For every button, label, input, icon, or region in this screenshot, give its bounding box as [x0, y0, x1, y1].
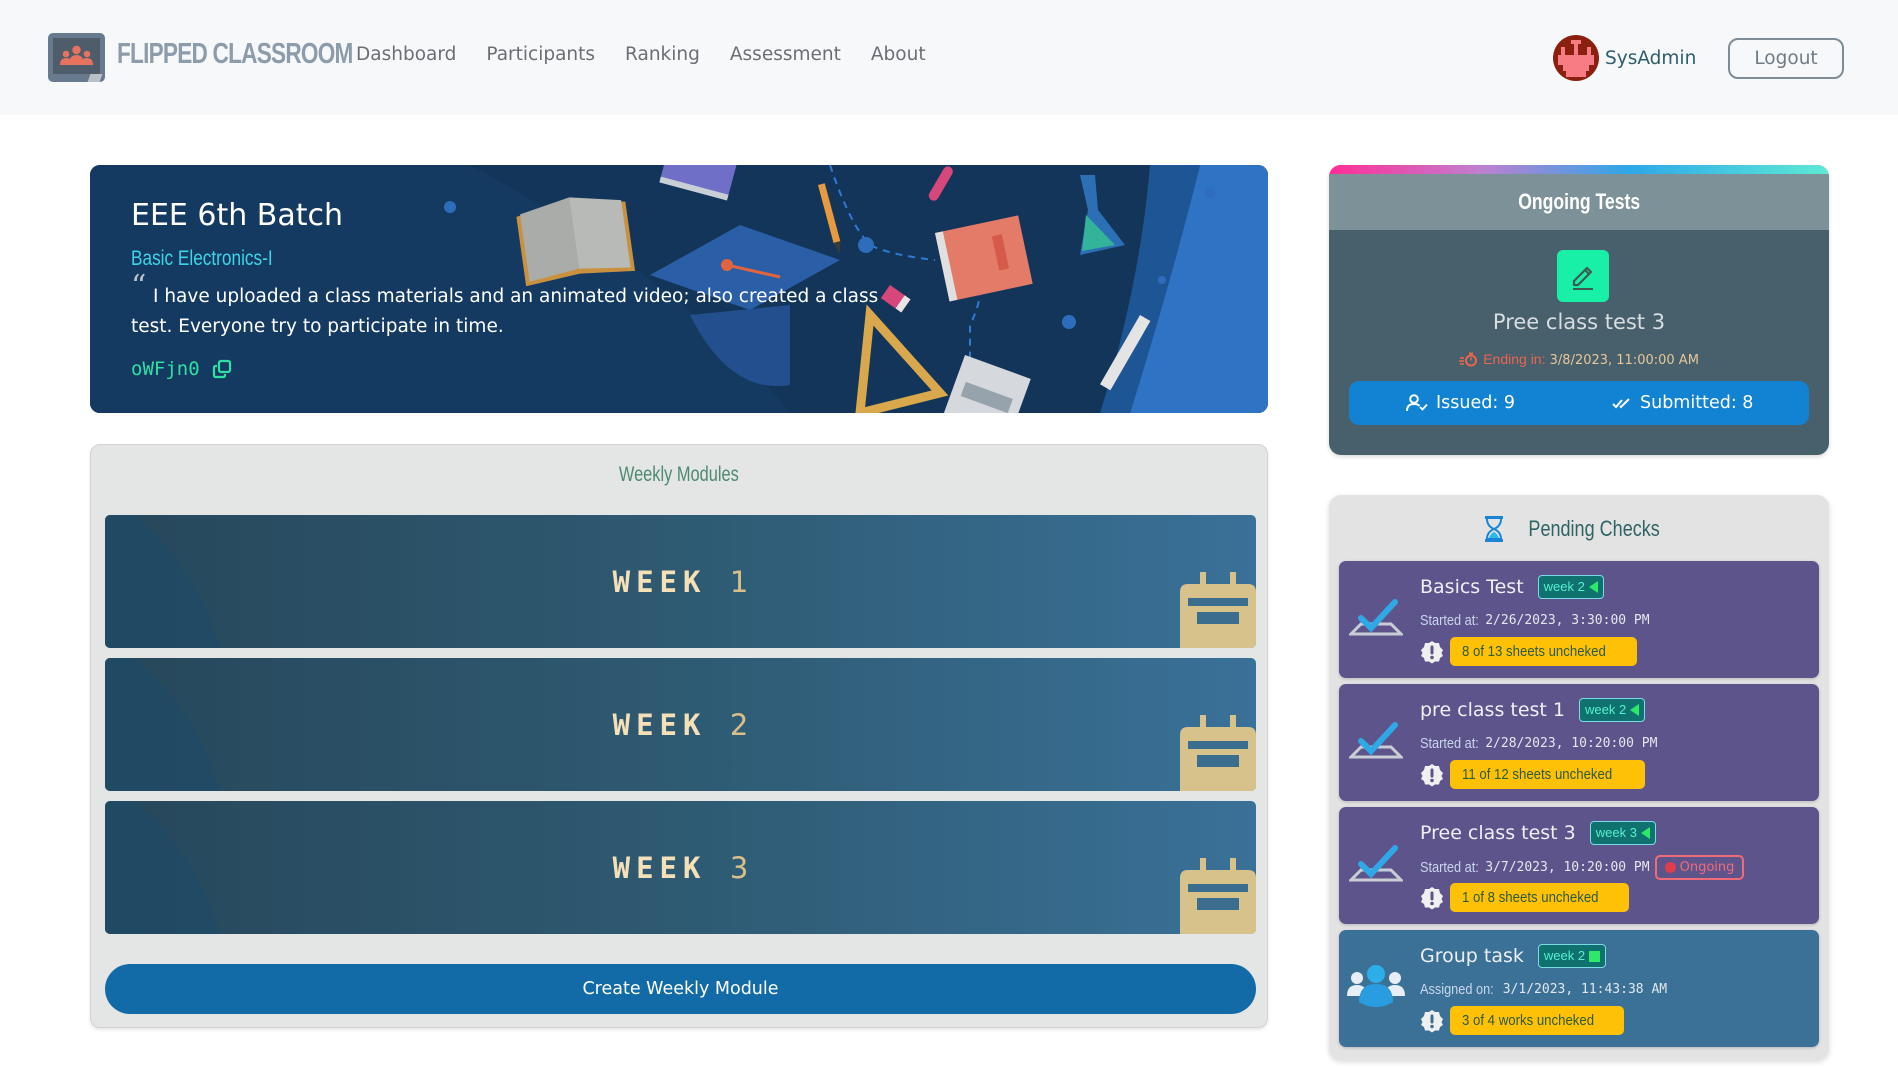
hourglass-icon — [1484, 516, 1503, 542]
pending-item-time: Started at: 2/28/2023, 10:20:00 PM — [1420, 735, 1658, 752]
pending-item[interactable]: pre class test 1 week 2 Started at: 2/28/… — [1339, 684, 1819, 801]
class-banner: EEE 6th Batch Basic Electronics-I “I hav… — [90, 165, 1268, 413]
pending-item[interactable]: Basics Test week 2 Started at: 2/26/2023,… — [1339, 561, 1819, 678]
double-check-icon — [1612, 398, 1630, 409]
checkmark-icon — [1349, 722, 1403, 759]
week-tag: week 2 — [1537, 575, 1604, 599]
checkmark-icon — [1349, 845, 1403, 882]
nav-dashboard[interactable]: Dashboard — [356, 44, 456, 65]
week-label: WEEK 2 — [612, 708, 749, 742]
announcement-text: I have uploaded a class materials and an… — [131, 286, 879, 337]
unchecked-badge: 11 of 12 sheets uncheked — [1450, 760, 1645, 789]
week-label: WEEK 1 — [612, 565, 749, 599]
pending-item-name[interactable]: pre class test 1 — [1420, 699, 1565, 721]
ongoing-status-badge: Ongoing — [1654, 855, 1745, 880]
pending-item-time: Started at: 3/7/2023, 10:20:00 PM Ongoing — [1420, 855, 1745, 880]
brand-name[interactable]: FLIPPED CLASSROOM — [117, 38, 353, 71]
course-name: Basic Electronics-I — [131, 247, 273, 270]
unchecked-badge: 1 of 8 sheets uncheked — [1450, 883, 1630, 912]
pending-item-name[interactable]: Group task — [1420, 945, 1524, 967]
main-nav: Dashboard Participants Ranking Assessmen… — [356, 44, 956, 65]
weekly-modules-heading: Weekly Modules — [619, 463, 739, 486]
alert-icon — [1421, 1009, 1443, 1032]
week-module-card[interactable]: WEEK 3 — [105, 801, 1256, 934]
calendar-icon — [1180, 858, 1256, 934]
ending-label: Ending in: — [1483, 351, 1546, 367]
calendar-icon — [1180, 715, 1256, 791]
gradient-strip — [1329, 165, 1829, 174]
pending-item-time: Assigned on: 3/1/2023, 11:43:38 AM — [1420, 981, 1668, 998]
pending-item[interactable]: Pree class test 3 week 3 Started at: 3/7/… — [1339, 807, 1819, 924]
stopwatch-icon — [1459, 352, 1478, 367]
ongoing-test-name[interactable]: Pree class test 3 — [1329, 310, 1829, 334]
announcement-message: “I have uploaded a class materials and a… — [131, 269, 891, 342]
pending-checks-heading: Pending Checks — [1329, 515, 1829, 543]
avatar[interactable] — [1553, 35, 1599, 81]
calendar-icon — [1180, 572, 1256, 648]
unchecked-status: 8 of 13 sheets uncheked — [1420, 637, 1638, 666]
nav-participants[interactable]: Participants — [486, 44, 595, 65]
alert-icon — [1421, 886, 1443, 909]
test-stats-bar: Issued: 9 Submitted: 8 — [1349, 381, 1809, 425]
issued-stat: Issued: 9 — [1406, 393, 1515, 413]
square-marker-icon — [1589, 950, 1601, 962]
nav-about[interactable]: About — [871, 44, 926, 65]
unchecked-status: 1 of 8 sheets uncheked — [1420, 883, 1630, 912]
triangle-marker-icon — [1640, 827, 1650, 839]
ongoing-tests-card: Ongoing Tests Pree class test 3 Ending i… — [1329, 165, 1829, 455]
week-tag: week 2 — [1579, 698, 1646, 722]
triangle-marker-icon — [1588, 581, 1598, 593]
user-menu[interactable]: SysAdmin — [1553, 35, 1696, 81]
triangle-marker-icon — [1630, 704, 1640, 716]
logout-button[interactable]: Logout — [1728, 38, 1844, 79]
pending-checks-card: Pending Checks Basics Test week 2 Starte… — [1329, 495, 1829, 1060]
class-code: oWFjn0 — [131, 358, 232, 380]
ongoing-tests-heading: Ongoing Tests — [1329, 174, 1829, 230]
week-tag: week 2 — [1537, 944, 1607, 968]
ending-time: Ending in: 3/8/2023, 11:00:00 AM — [1329, 351, 1829, 368]
weekly-modules-card: Weekly Modules WEEK 1 WEEK 2 WEEK 3 Crea… — [90, 444, 1268, 1028]
class-code-value: oWFjn0 — [131, 358, 200, 380]
week-tag: week 3 — [1589, 821, 1656, 845]
checkmark-icon — [1349, 599, 1403, 636]
ending-value: 3/8/2023, 11:00:00 AM — [1549, 353, 1699, 368]
user-check-icon — [1406, 394, 1428, 412]
week-module-card[interactable]: WEEK 1 — [105, 515, 1256, 648]
pending-item-name[interactable]: Basics Test — [1420, 576, 1524, 598]
alert-icon — [1421, 640, 1443, 663]
status-dot-icon — [1664, 862, 1676, 873]
nav-ranking[interactable]: Ranking — [625, 44, 700, 65]
submitted-stat: Submitted: 8 — [1612, 393, 1753, 413]
unchecked-status: 3 of 4 works uncheked — [1420, 1006, 1625, 1035]
unchecked-status: 11 of 12 sheets uncheked — [1420, 760, 1645, 789]
unchecked-badge: 8 of 13 sheets uncheked — [1450, 637, 1638, 666]
pending-item-name[interactable]: Pree class test 3 — [1420, 822, 1576, 844]
create-weekly-module-button[interactable]: Create Weekly Module — [105, 964, 1256, 1014]
edit-icon[interactable] — [1557, 250, 1609, 302]
alert-icon — [1421, 763, 1443, 786]
pending-item-time: Started at: 2/26/2023, 3:30:00 PM — [1420, 612, 1650, 629]
username[interactable]: SysAdmin — [1605, 48, 1696, 69]
unchecked-badge: 3 of 4 works uncheked — [1450, 1006, 1625, 1035]
week-module-card[interactable]: WEEK 2 — [105, 658, 1256, 791]
quote-icon: “ — [131, 269, 147, 304]
navbar: FLIPPED CLASSROOM Dashboard Participants… — [0, 0, 1898, 115]
class-title: EEE 6th Batch — [131, 198, 344, 233]
pending-item[interactable]: Group task week 2 Assigned on: 3/1/2023, … — [1339, 930, 1819, 1047]
nav-assessment[interactable]: Assessment — [730, 44, 841, 65]
week-label: WEEK 3 — [612, 851, 749, 885]
copy-icon[interactable] — [212, 359, 232, 379]
logo-icon[interactable] — [48, 33, 105, 82]
group-icon — [1347, 965, 1405, 1007]
